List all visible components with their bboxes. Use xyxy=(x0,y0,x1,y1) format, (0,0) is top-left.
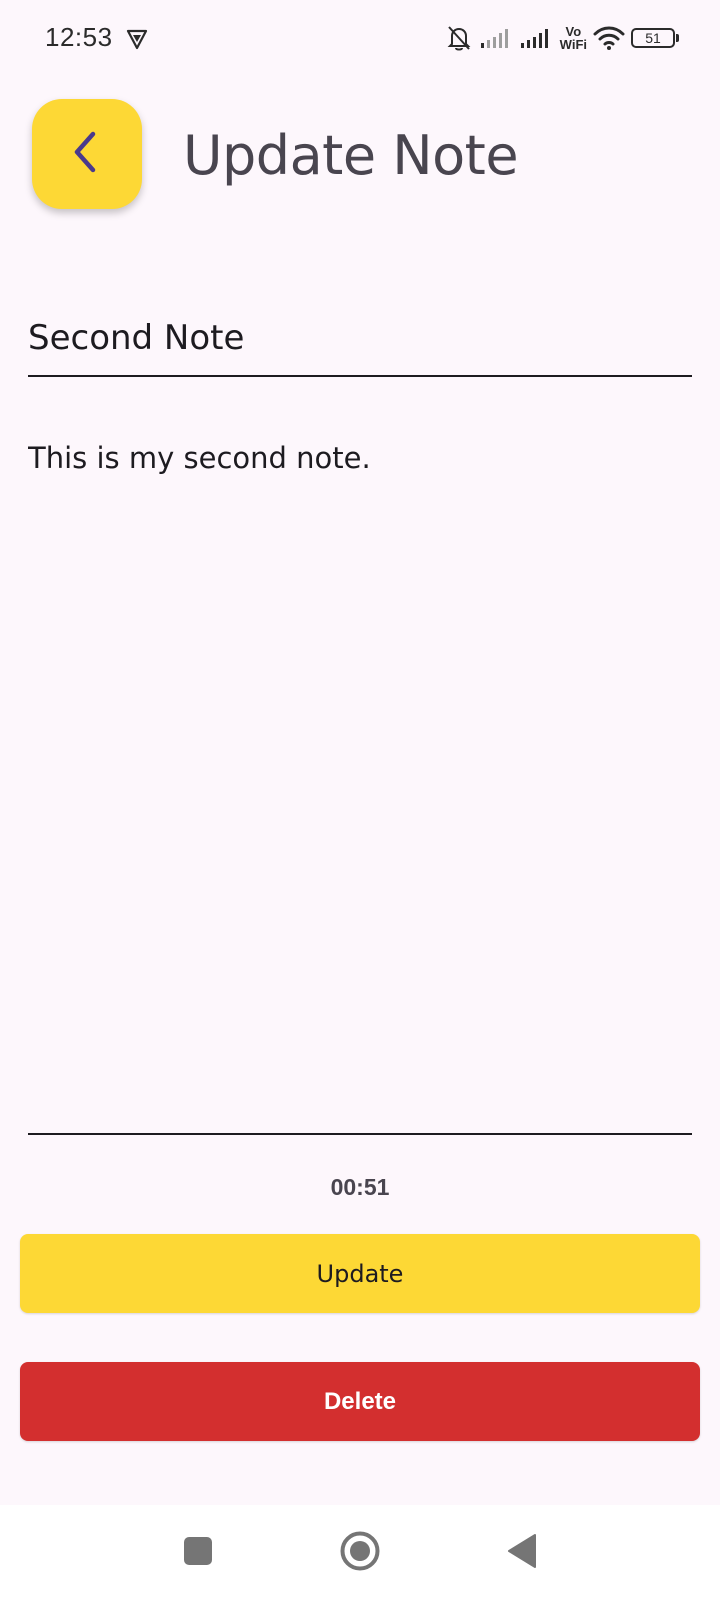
delete-button-label: Delete xyxy=(323,1387,397,1415)
status-bar: 12:53 Vo WiFi 51 xyxy=(0,0,720,80)
back-nav-button[interactable] xyxy=(500,1531,544,1575)
status-icons: Vo WiFi 51 xyxy=(444,20,679,56)
vowifi-bottom: WiFi xyxy=(559,37,587,52)
page-title: Update Note xyxy=(183,124,519,187)
signal-icon xyxy=(480,27,514,49)
back-triangle-icon xyxy=(506,1533,538,1573)
update-button[interactable]: Update xyxy=(20,1234,700,1313)
home-button[interactable] xyxy=(338,1531,382,1575)
wifi-icon xyxy=(593,25,625,51)
signal-icon xyxy=(520,27,554,49)
recents-square-icon xyxy=(183,1536,213,1570)
update-button-label: Update xyxy=(316,1259,404,1288)
note-content-input[interactable]: This is my second note. xyxy=(28,440,692,1135)
status-time: 12:53 xyxy=(45,22,113,52)
chevron-left-icon xyxy=(67,130,107,178)
vpn-shield-icon xyxy=(126,28,148,50)
bell-off-icon xyxy=(444,23,474,53)
battery-icon: 51 xyxy=(631,28,679,48)
home-circle-icon xyxy=(339,1530,381,1576)
note-title-input[interactable] xyxy=(28,300,692,377)
elapsed-timer: 00:51 xyxy=(330,1174,390,1200)
delete-button[interactable]: Delete xyxy=(20,1362,700,1441)
vowifi-icon: Vo WiFi xyxy=(560,25,587,51)
system-nav-bar xyxy=(0,1505,720,1600)
recents-button[interactable] xyxy=(176,1531,220,1575)
back-button[interactable] xyxy=(32,99,142,209)
